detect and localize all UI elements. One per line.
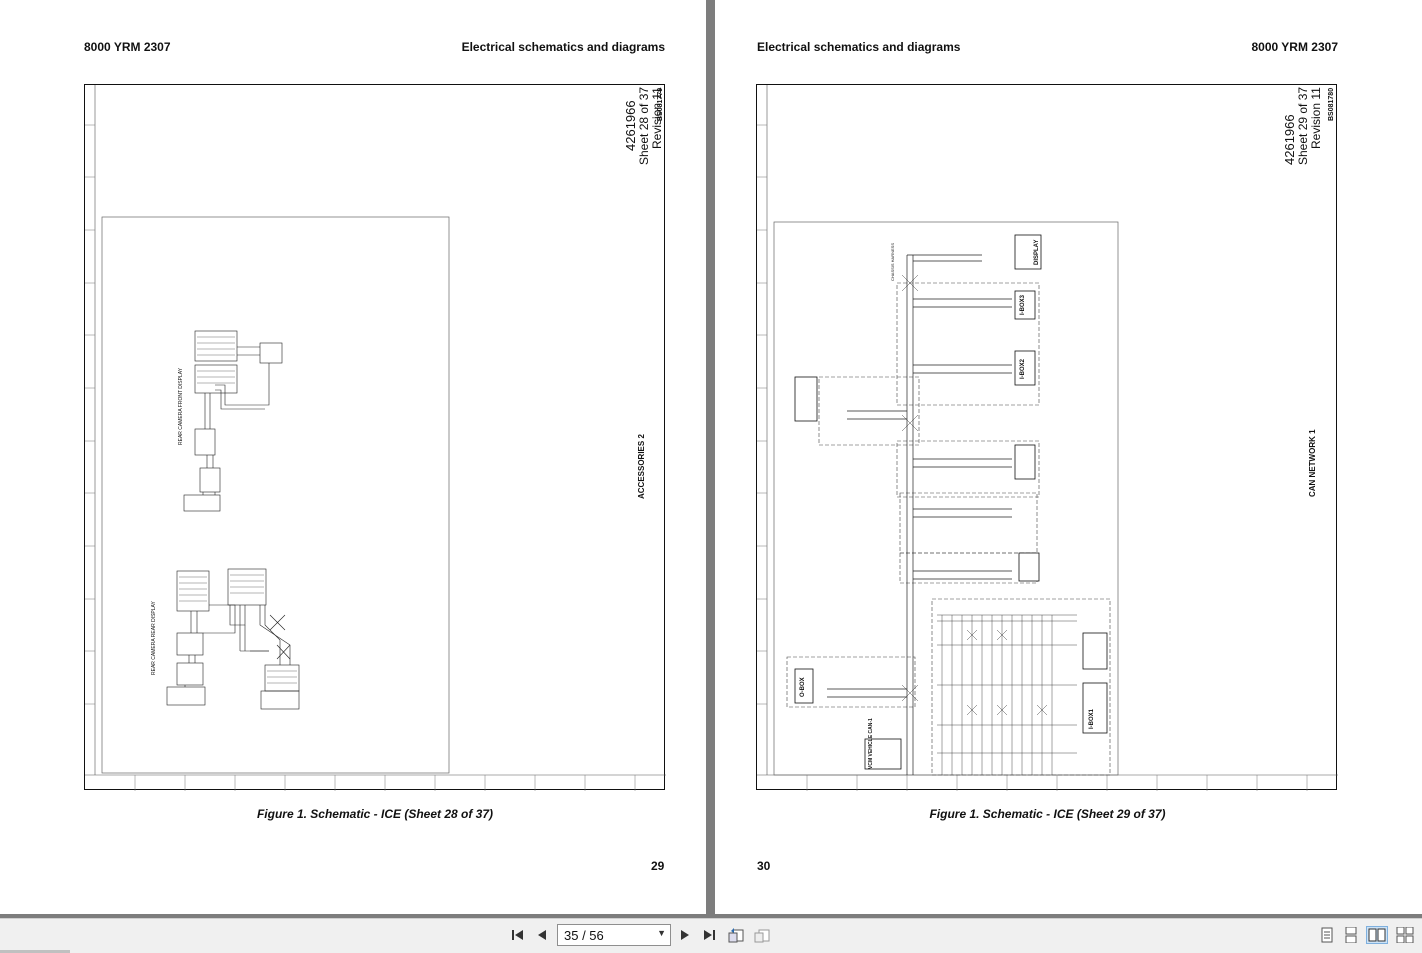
first-page-icon[interactable] xyxy=(509,926,527,944)
rear-display-label: REAR CAMERA REAR DISPLAY xyxy=(151,601,157,675)
chassis-harness-label: CHASSIS HARNESS xyxy=(890,242,895,281)
drawing-number: 4261966 xyxy=(1282,114,1297,165)
page-number: 29 xyxy=(651,859,665,873)
bs-code: BS081779 xyxy=(657,87,664,121)
diagram-title: ACCESSORIES 2 xyxy=(637,434,646,499)
left-page: 8000 YRM 2307 Electrical schematics and … xyxy=(0,0,706,914)
schematic-drawing xyxy=(757,85,1338,791)
next-page-icon[interactable] xyxy=(676,926,694,944)
drawing-number: 4261966 xyxy=(623,100,638,151)
two-page-icon[interactable] xyxy=(1366,926,1388,944)
continuous-page-icon[interactable] xyxy=(1342,926,1360,944)
section-title: Electrical schematics and diagrams xyxy=(461,40,665,54)
doc-code: 8000 YRM 2307 xyxy=(1251,40,1338,54)
document-viewer: 8000 YRM 2307 Electrical schematics and … xyxy=(0,0,1422,918)
prev-page-icon[interactable] xyxy=(533,926,551,944)
rotate-page-icon[interactable] xyxy=(727,926,745,944)
diagram-title: CAN NETWORK 1 xyxy=(1308,429,1317,497)
last-page-icon[interactable] xyxy=(700,926,718,944)
revision-label: Revision 11 xyxy=(1309,87,1323,149)
schematic-drawing xyxy=(85,85,666,791)
ibox1-label: I-BOX1 xyxy=(1089,708,1095,729)
two-page-continuous-icon[interactable] xyxy=(1394,926,1416,944)
vcm-label: VCM VEHICLE CAN-1 xyxy=(868,718,874,769)
ibox2-label: I-BOX2 xyxy=(1020,358,1026,379)
obox-label: O-BOX xyxy=(800,677,806,697)
display-module-label: DISPLAY xyxy=(1034,239,1040,265)
single-page-icon[interactable] xyxy=(1318,926,1336,944)
schematic-frame: 4261966 Sheet 29 of 37 Revision 11 BS081… xyxy=(756,84,1338,791)
right-page: Electrical schematics and diagrams 8000 … xyxy=(715,0,1422,914)
page-selector[interactable]: 35 / 56 ▼ xyxy=(557,924,671,946)
viewer-toolbar: 35 / 56 ▼ xyxy=(0,918,1422,953)
figure-caption: Figure 1. Schematic - ICE (Sheet 28 of 3… xyxy=(256,807,494,821)
bs-code: BS081780 xyxy=(1328,87,1335,121)
copy-page-icon[interactable] xyxy=(753,926,771,944)
front-display-label: REAR CAMERA FRONT DISPLAY xyxy=(178,367,184,445)
chevron-down-icon[interactable]: ▼ xyxy=(657,928,666,938)
schematic-frame: 4261966 Sheet 28 of 37 Revision 11 BS081… xyxy=(84,84,666,791)
doc-code: 8000 YRM 2307 xyxy=(84,40,171,54)
page-number: 30 xyxy=(757,859,771,873)
page-indicator: 35 / 56 xyxy=(564,927,604,943)
ibox3-label: I-BOX3 xyxy=(1020,294,1026,315)
figure-caption: Figure 1. Schematic - ICE (Sheet 29 of 3… xyxy=(929,807,1166,821)
section-title: Electrical schematics and diagrams xyxy=(757,40,961,54)
